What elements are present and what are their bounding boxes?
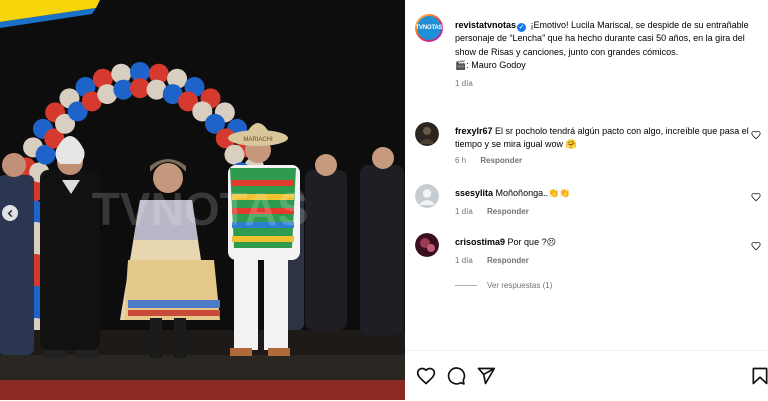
caption: revistatvnotas ✓ ¡Emotivo! Lucila Marisca… (455, 19, 765, 90)
comment-username[interactable]: ssesylita (455, 188, 493, 198)
post-photo[interactable]: MARIACHI TVNOTAS (0, 0, 405, 400)
comment-username[interactable]: crisostima9 (455, 237, 505, 247)
comment-body: ssesylita Moñoñonga..👏👏 (455, 187, 750, 200)
comment-username[interactable]: frexylr67 (455, 126, 493, 136)
like-comment-heart-icon[interactable] (751, 241, 761, 251)
post-action-bar (405, 350, 768, 401)
heart-icon[interactable] (416, 366, 436, 386)
author-avatar[interactable]: TVNOTAS (415, 14, 443, 42)
comment-time: 1 día (455, 207, 473, 216)
like-comment-heart-icon[interactable] (751, 192, 761, 202)
view-replies-button[interactable]: Ver respuestas (1) (455, 281, 552, 290)
author-username[interactable]: revistatvnotas (455, 20, 516, 30)
comment-icon[interactable] (446, 366, 466, 386)
comment-body: frexylr67 El sr pocholo tendrá algún pac… (455, 125, 750, 152)
comment-text: El sr pocholo tendrá algún pacto con alg… (455, 126, 749, 150)
caption-credit: 🎬: Mauro Godoy (455, 59, 526, 70)
reply-button[interactable]: Responder (487, 207, 529, 216)
reply-button[interactable]: Responder (487, 256, 529, 265)
comment-time: 6 h (455, 156, 467, 165)
comment-time: 1 día (455, 256, 473, 265)
view-replies-label: Ver respuestas (1) (487, 281, 553, 290)
author-avatar-label: TVNOTAS (416, 16, 443, 40)
comment-body: crisostima9 Por que ?😣 (455, 236, 750, 249)
comment-avatar[interactable] (415, 233, 439, 257)
reply-button[interactable]: Responder (480, 156, 522, 165)
instagram-post-modal: MARIACHI TVNOTAS TVNOTAS revistatvnotas ✓ (0, 0, 768, 400)
replies-divider (455, 285, 477, 287)
comment-avatar[interactable] (415, 184, 439, 208)
chevron-left-icon (7, 209, 12, 217)
stage-scene: MARIACHI TVNOTAS (0, 0, 405, 400)
post-time: 1 día (455, 79, 473, 89)
previous-image-button[interactable] (2, 205, 18, 221)
comment-text: Moñoñonga..👏👏 (495, 188, 571, 198)
like-comment-heart-icon[interactable] (751, 130, 761, 140)
hat-text: MARIACHI (243, 137, 273, 143)
verified-badge-icon: ✓ (517, 23, 527, 32)
watermark: TVNOTAS (92, 183, 308, 235)
comment-avatar[interactable] (415, 122, 439, 146)
comment-meta: 1 día Responder (455, 256, 529, 265)
share-icon[interactable] (476, 366, 496, 386)
comment-text: Por que ?😣 (507, 237, 556, 247)
balloon (224, 144, 245, 165)
comment-meta: 6 h Responder (455, 156, 522, 165)
post-side-panel: TVNOTAS revistatvnotas ✓ ¡Emotivo! Lucila… (405, 0, 768, 400)
comment-meta: 1 día Responder (455, 207, 529, 216)
bookmark-icon[interactable] (750, 366, 768, 386)
